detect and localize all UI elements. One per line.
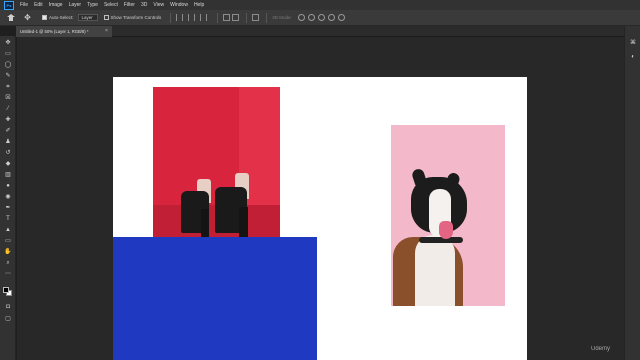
healing-brush-tool-icon[interactable]: ✚	[4, 117, 12, 124]
dog-tongue	[439, 221, 453, 239]
quick-selection-tool-icon[interactable]: ✎	[4, 73, 12, 80]
separator	[217, 12, 219, 23]
document-tab-title: Untitled-1 @ 50% (Layer 1, RGB/8) *	[20, 29, 89, 34]
menu-layer[interactable]: Layer	[69, 2, 82, 8]
separator	[266, 12, 268, 23]
history-brush-tool-icon[interactable]: ↺	[4, 150, 12, 157]
type-tool-icon[interactable]: T	[4, 216, 12, 223]
right-boot	[215, 173, 253, 237]
distribute-spacing-icon[interactable]	[232, 14, 240, 21]
blue-rectangle-layer[interactable]	[113, 237, 317, 360]
align-right-icon[interactable]	[188, 14, 192, 21]
3d-orbit-icon[interactable]	[297, 14, 305, 21]
options-bar: ✥ Auto-Select: Layer Show Transform Cont…	[0, 10, 640, 26]
left-boot	[181, 179, 215, 237]
menu-bar: Ps File Edit Image Layer Type Select Fil…	[0, 0, 640, 10]
3d-mode-label: 3D Mode:	[272, 15, 292, 20]
dodge-tool-icon[interactable]: ◉	[4, 194, 12, 201]
3d-roll-icon[interactable]	[307, 14, 315, 21]
clone-stamp-tool-icon[interactable]: ♟	[4, 139, 12, 146]
document-tab[interactable]: Untitled-1 @ 50% (Layer 1, RGB/8) *	[16, 26, 112, 37]
history-panel-icon[interactable]: ⌘	[629, 40, 637, 47]
document-tab-bar: Untitled-1 @ 50% (Layer 1, RGB/8) * ×	[16, 26, 624, 37]
3d-pan-icon[interactable]	[317, 14, 325, 21]
show-transform-label: Show Transform Controls	[110, 15, 162, 20]
edit-toolbar-icon[interactable]: ⋯	[4, 271, 12, 278]
artboard-tool-icon[interactable]: ▭	[4, 51, 12, 58]
3d-slide-icon[interactable]	[327, 14, 335, 21]
boots-photo[interactable]	[153, 87, 280, 237]
document-canvas[interactable]	[113, 77, 527, 360]
menu-type[interactable]: Type	[87, 2, 98, 8]
menu-3d[interactable]: 3D	[141, 2, 147, 8]
move-tool-icon[interactable]: ✥	[23, 13, 32, 22]
gradient-tool-icon[interactable]: ▥	[4, 172, 12, 179]
3d-scale-icon[interactable]	[337, 14, 345, 21]
properties-panel-icon[interactable]: ◐	[629, 54, 637, 61]
blur-tool-icon[interactable]: ●	[4, 183, 12, 190]
menu-window[interactable]: Window	[170, 2, 188, 8]
distribute-icon[interactable]	[223, 14, 231, 21]
dog-photo[interactable]	[391, 125, 505, 306]
photoshop-logo-icon: Ps	[4, 0, 14, 10]
close-icon[interactable]: ×	[105, 26, 108, 37]
rectangle-tool-icon[interactable]: ▭	[4, 238, 12, 245]
workspace	[17, 37, 624, 360]
menu-edit[interactable]: Edit	[34, 2, 43, 8]
right-panel-strip: ⌘ ◐	[624, 26, 640, 360]
separator	[246, 12, 248, 23]
menu-help[interactable]: Help	[194, 2, 204, 8]
quick-mask-icon[interactable]: ◘	[4, 304, 12, 311]
tools-panel: ✥ ▭ ◯ ✎ ⌗ ☒ ⁄ ✚ ✐ ♟ ↺ ◆ ▥ ● ◉ ✒ T ▲ ▭ ✋ …	[0, 36, 16, 360]
lasso-tool-icon[interactable]: ◯	[4, 62, 12, 69]
udemy-watermark: Udemy	[591, 346, 611, 352]
frame-tool-icon[interactable]: ☒	[4, 95, 12, 102]
menu-view[interactable]: View	[153, 2, 164, 8]
screen-mode-icon[interactable]: ▢	[4, 316, 12, 323]
separator	[170, 12, 172, 23]
dog-chest	[415, 235, 455, 306]
path-selection-tool-icon[interactable]: ▲	[4, 227, 12, 234]
align-top-icon[interactable]	[194, 14, 198, 21]
menu-select[interactable]: Select	[104, 2, 118, 8]
auto-select-label: Auto-Select:	[49, 15, 74, 20]
eraser-tool-icon[interactable]: ◆	[4, 161, 12, 168]
align-center-icon[interactable]	[182, 14, 186, 21]
more-options-icon[interactable]	[252, 14, 260, 21]
auto-select-checkbox[interactable]	[42, 15, 47, 20]
home-icon[interactable]	[7, 14, 15, 21]
dog-collar	[419, 237, 463, 243]
menu-filter[interactable]: Filter	[124, 2, 135, 8]
menu-image[interactable]: Image	[49, 2, 63, 8]
move-tool-icon[interactable]: ✥	[4, 40, 12, 47]
brush-tool-icon[interactable]: ✐	[4, 128, 12, 135]
zoom-tool-icon[interactable]: ⌕	[4, 260, 12, 267]
menu-file[interactable]: File	[20, 2, 28, 8]
hand-tool-icon[interactable]: ✋	[4, 249, 12, 256]
show-transform-checkbox[interactable]	[103, 15, 109, 20]
align-left-icon[interactable]	[176, 14, 180, 21]
align-middle-icon[interactable]	[200, 14, 204, 21]
eyedropper-tool-icon[interactable]: ⁄	[4, 106, 12, 113]
auto-select-target-dropdown[interactable]: Layer	[77, 14, 98, 21]
crop-tool-icon[interactable]: ⌗	[4, 84, 12, 91]
foreground-color-swatch[interactable]	[3, 287, 9, 293]
align-bottom-icon[interactable]	[206, 14, 210, 21]
pen-tool-icon[interactable]: ✒	[4, 205, 12, 212]
